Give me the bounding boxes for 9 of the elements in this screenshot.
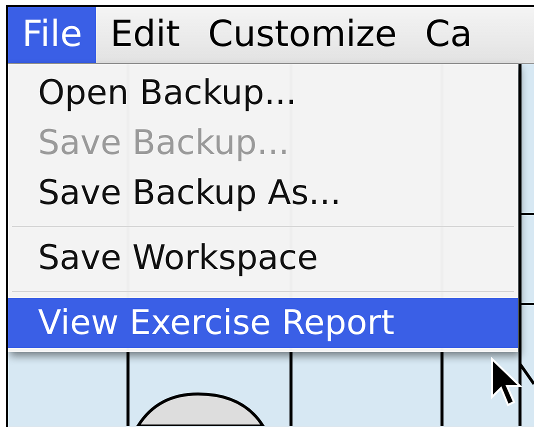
- menu-item[interactable]: Save Workspace: [8, 233, 518, 283]
- menu-bar-item[interactable]: File: [8, 7, 96, 63]
- pointer-icon: [490, 357, 524, 409]
- menu-bar-item[interactable]: Edit: [96, 7, 194, 63]
- menu-bar-item[interactable]: Customize: [194, 7, 411, 63]
- menu-item[interactable]: Open Backup...: [8, 68, 518, 118]
- menu-item[interactable]: View Exercise Report: [8, 298, 518, 348]
- menu-bar-item[interactable]: Ca: [410, 7, 486, 63]
- menu-item[interactable]: Save Backup As...: [8, 168, 518, 218]
